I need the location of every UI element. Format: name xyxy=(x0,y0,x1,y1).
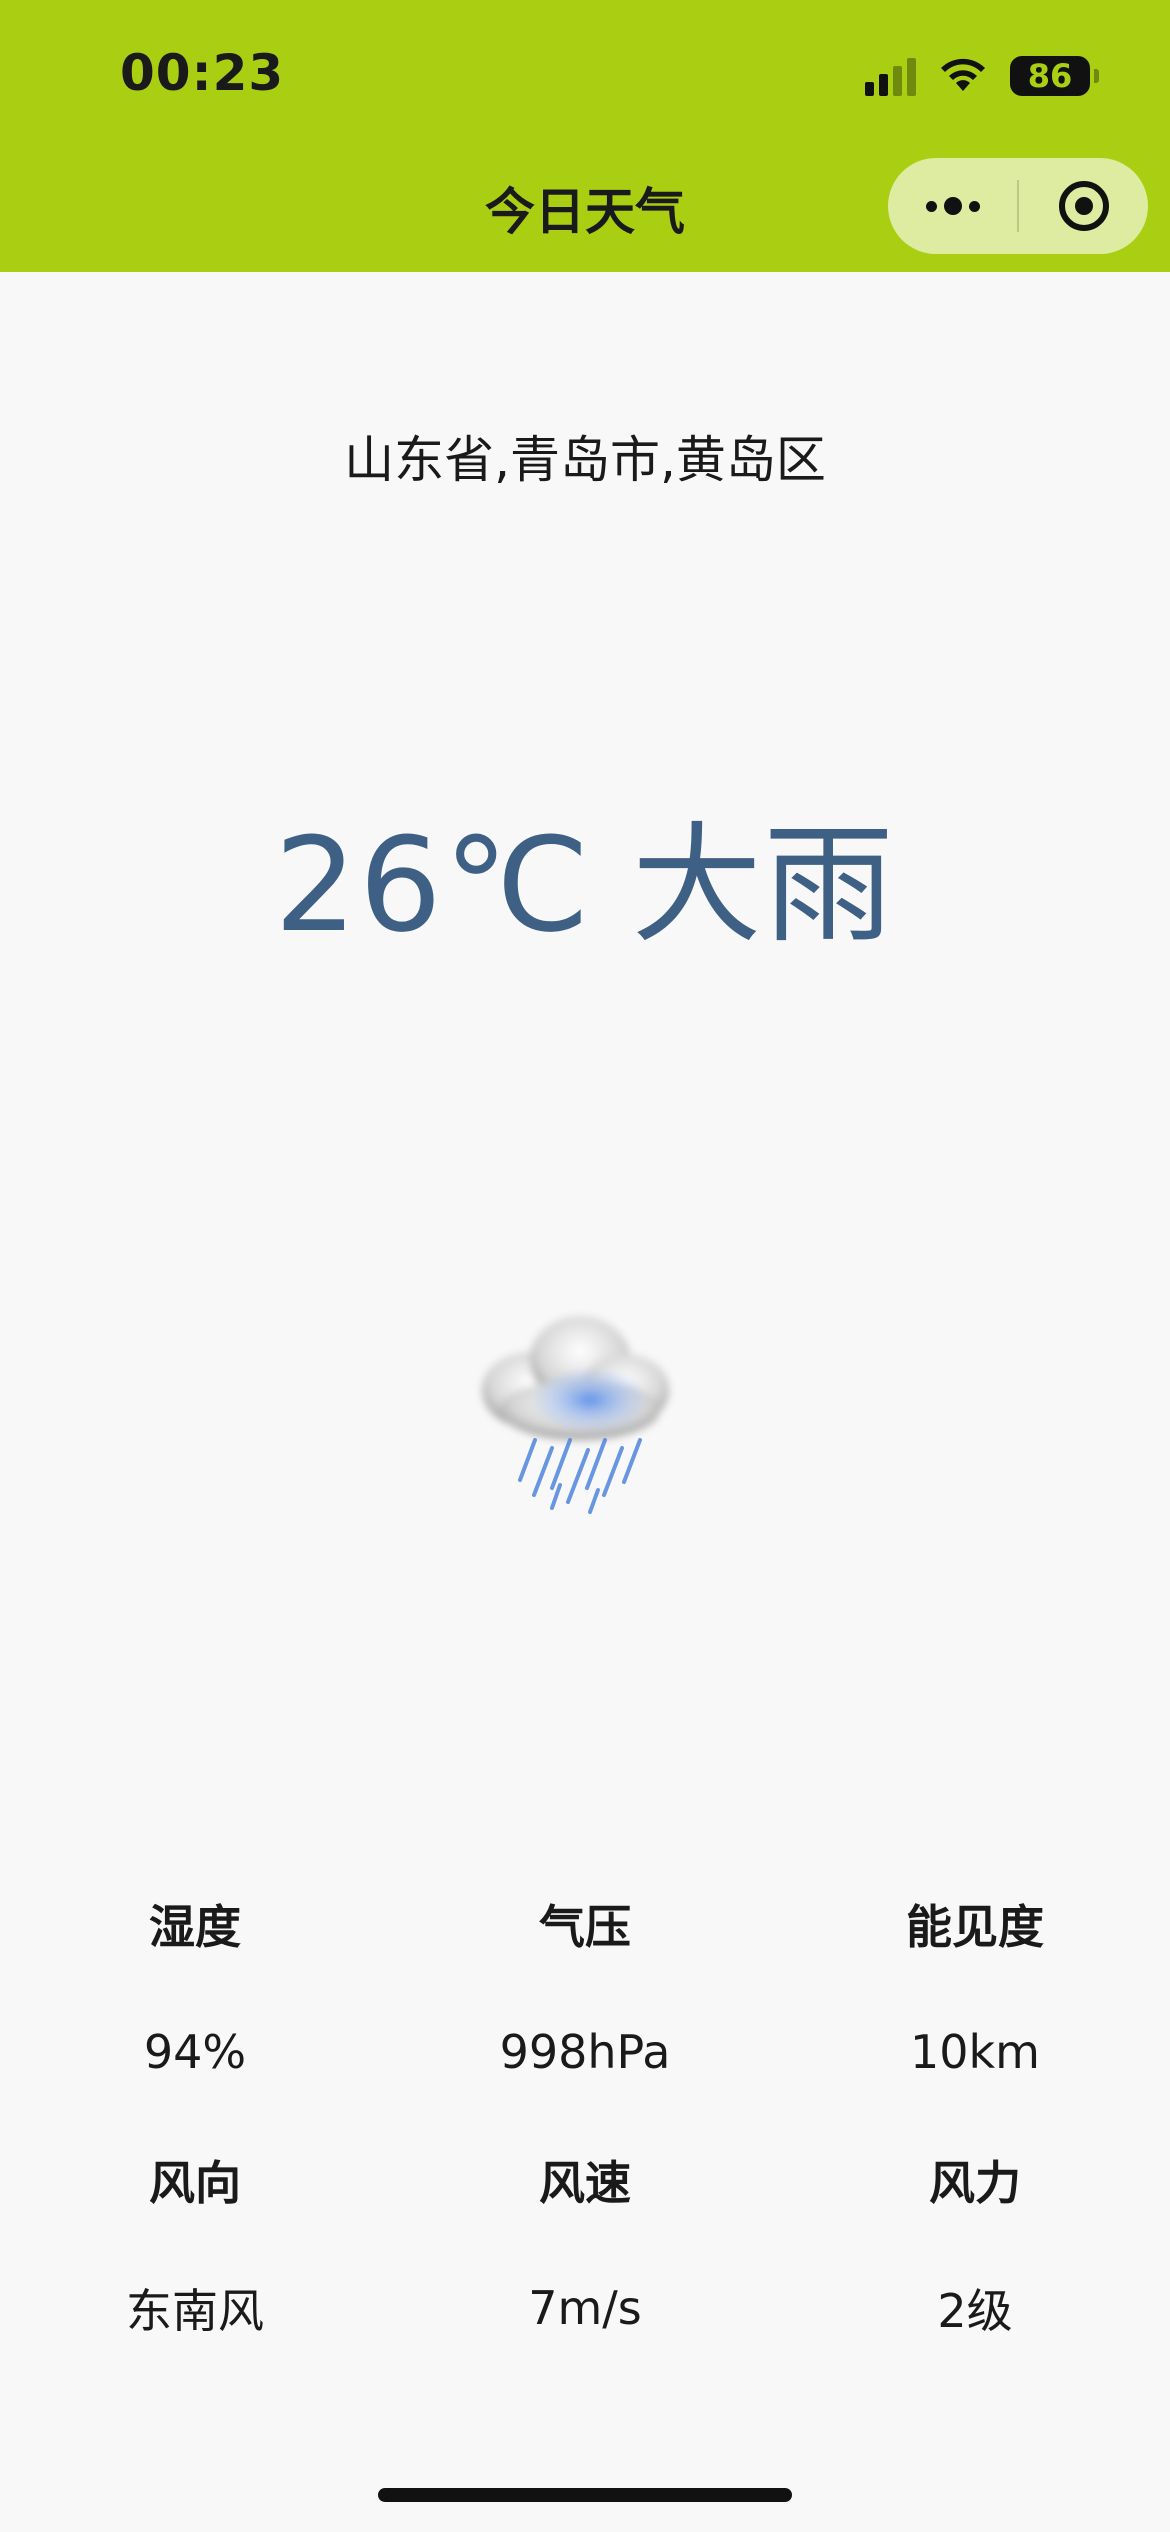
close-button[interactable] xyxy=(1019,158,1148,254)
pressure-value: 998hPa xyxy=(499,2025,671,2079)
status-time: 00:23 xyxy=(120,44,285,102)
wind-speed-label: 风速 xyxy=(539,2156,631,2210)
location-label: 山东省,青岛市,黄岛区 xyxy=(344,431,826,489)
details-label-row: 风向 风速 风力 xyxy=(0,2116,1170,2244)
more-button[interactable] xyxy=(888,158,1017,254)
visibility-label: 能见度 xyxy=(906,1900,1044,1954)
details-value-row: 94% 998hPa 10km xyxy=(0,1988,1170,2116)
details-value-row: 东南风 7m/s 2级 xyxy=(0,2244,1170,2372)
cellular-signal-icon xyxy=(865,56,916,96)
wifi-icon xyxy=(938,57,988,95)
home-indicator[interactable] xyxy=(378,2488,792,2502)
humidity-value: 94% xyxy=(143,2025,247,2079)
wind-force-value: 2级 xyxy=(937,2284,1013,2338)
status-icons: 86 xyxy=(865,52,1099,100)
mini-program-capsule xyxy=(888,158,1148,254)
navigation-header: 00:23 86 今日天气 xyxy=(0,0,1170,272)
weather-details-grid: 湿度 气压 能见度 94% 998hPa 10km 风向 风速 风力 东南风 7… xyxy=(0,1860,1170,2372)
more-icon xyxy=(925,197,980,215)
wind-force-label: 风力 xyxy=(929,2156,1021,2210)
weather-condition: 大雨 xyxy=(631,809,896,961)
temperature-value: 26℃ xyxy=(274,809,592,961)
wind-speed-value: 7m/s xyxy=(528,2281,642,2335)
wind-direction-value: 东南风 xyxy=(126,2284,264,2338)
humidity-label: 湿度 xyxy=(149,1900,241,1954)
target-close-icon xyxy=(1058,181,1109,231)
details-label-row: 湿度 气压 能见度 xyxy=(0,1860,1170,1988)
battery-icon: 86 xyxy=(1010,56,1099,96)
wind-direction-label: 风向 xyxy=(149,2156,241,2210)
pressure-label: 气压 xyxy=(539,1900,631,1954)
visibility-value: 10km xyxy=(910,2025,1040,2079)
heavy-rain-cloud-icon xyxy=(440,1280,710,1550)
current-weather-headline: 26℃ 大雨 xyxy=(0,780,1170,968)
